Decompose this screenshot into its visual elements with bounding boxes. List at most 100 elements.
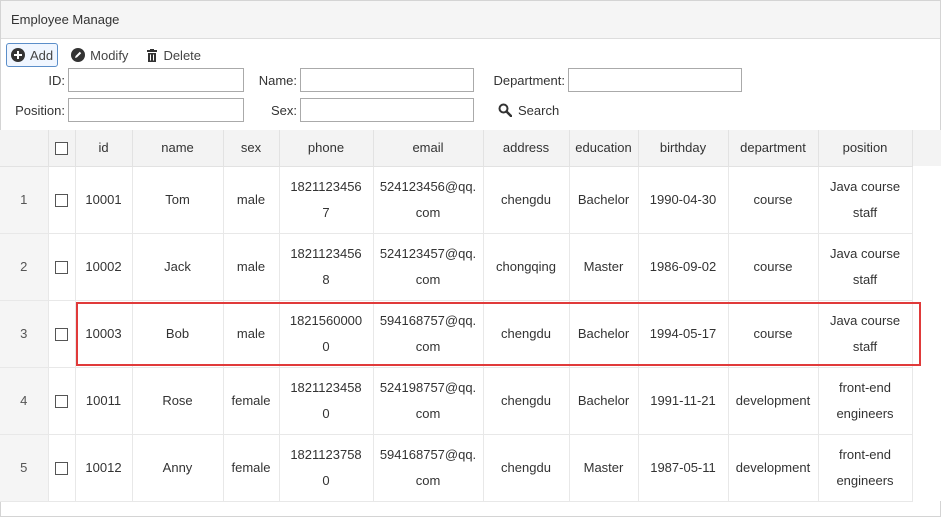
header-department[interactable]: department xyxy=(728,130,819,167)
cell-birthday: 1991-11-21 xyxy=(638,367,729,435)
cell-sex: male xyxy=(223,300,280,368)
cell-position-line2: staff xyxy=(852,271,878,287)
cell-position-line2: staff xyxy=(852,338,878,354)
magnifier-icon xyxy=(498,103,512,117)
toolbar: Add Modify Delete xyxy=(6,43,214,67)
cell-email-line1: 524123456@qq. xyxy=(379,178,477,194)
header-select-all[interactable] xyxy=(48,130,76,167)
header-email[interactable]: email xyxy=(373,130,484,167)
sex-input[interactable] xyxy=(300,98,474,122)
add-button-label: Add xyxy=(30,47,54,63)
sex-label: Sex: xyxy=(270,102,297,118)
cell-education: Master xyxy=(569,233,639,301)
table-row[interactable]: 1 10001 Tom male 1821123456 7 524123456@q… xyxy=(0,166,941,234)
row-select[interactable] xyxy=(48,434,76,502)
cell-phone-line2: 0 xyxy=(322,472,330,488)
cell-email: 524198757@qq. com xyxy=(373,367,484,435)
row-checkbox[interactable] xyxy=(55,327,68,341)
header-id[interactable]: id xyxy=(75,130,133,167)
department-label: Department: xyxy=(493,72,565,88)
row-number: 4 xyxy=(0,367,49,435)
cell-position-line1: front-end xyxy=(838,446,892,462)
row-number: 1 xyxy=(0,166,49,234)
cell-name: Jack xyxy=(132,233,224,301)
table-row[interactable]: 4 10011 Rose female 1821123458 0 52419875… xyxy=(0,367,941,435)
search-row-2: Position: Sex: Search xyxy=(0,98,559,122)
cell-email-line2: com xyxy=(415,338,441,354)
cell-email-line1: 524123457@qq. xyxy=(379,245,477,261)
cell-id: 10011 xyxy=(75,367,133,435)
cell-id: 10012 xyxy=(75,434,133,502)
header-position[interactable]: position xyxy=(818,130,913,167)
row-scroll-spacer xyxy=(912,434,941,501)
row-select[interactable] xyxy=(48,300,76,368)
modify-button-label: Modify xyxy=(90,47,129,63)
modify-button[interactable]: Modify xyxy=(66,43,133,67)
search-button[interactable]: Search xyxy=(498,103,559,118)
add-button[interactable]: Add xyxy=(6,43,59,67)
row-checkbox[interactable] xyxy=(55,394,68,408)
cell-education: Bachelor xyxy=(569,367,639,435)
id-input[interactable] xyxy=(68,68,244,92)
cell-position-line1: Java course xyxy=(829,178,901,194)
delete-button[interactable]: Delete xyxy=(141,43,206,67)
position-input[interactable] xyxy=(68,98,244,122)
header-scroll-spacer xyxy=(912,130,941,166)
table-row[interactable]: 2 10002 Jack male 1821123456 8 524123457@… xyxy=(0,233,941,301)
cell-phone-line1: 1821123758 xyxy=(290,446,362,462)
row-select[interactable] xyxy=(48,166,76,234)
name-input[interactable] xyxy=(300,68,474,92)
cell-address: chengdu xyxy=(483,367,570,435)
header-sex[interactable]: sex xyxy=(223,130,280,167)
header-phone[interactable]: phone xyxy=(279,130,374,167)
cell-phone-line2: 7 xyxy=(322,204,330,220)
cell-phone: 1821123456 7 xyxy=(279,166,374,234)
select-all-checkbox[interactable] xyxy=(55,142,68,156)
panel-title: Employee Manage xyxy=(11,12,120,27)
table-header-row: id name sex phone email address educatio… xyxy=(0,130,941,167)
cell-address: chengdu xyxy=(483,166,570,234)
row-checkbox[interactable] xyxy=(55,461,68,475)
table-row[interactable]: 5 10012 Anny female 1821123758 0 59416875… xyxy=(0,434,941,502)
cell-phone-line1: 1821560000 xyxy=(289,312,363,328)
department-input[interactable] xyxy=(568,68,742,92)
cell-phone-line2: 0 xyxy=(322,405,330,421)
header-address[interactable]: address xyxy=(483,130,570,167)
header-education[interactable]: education xyxy=(569,130,639,167)
row-select[interactable] xyxy=(48,367,76,435)
position-label: Position: xyxy=(15,102,65,118)
cell-address: chongqing xyxy=(483,233,570,301)
cell-birthday: 1986-09-02 xyxy=(638,233,729,301)
cell-position: front-end engineers xyxy=(818,434,913,502)
row-checkbox[interactable] xyxy=(55,260,68,274)
cell-phone: 1821123456 8 xyxy=(279,233,374,301)
cell-email-line1: 594168757@qq. xyxy=(379,312,477,328)
cell-position-line1: Java course xyxy=(829,312,901,328)
header-name[interactable]: name xyxy=(132,130,224,167)
delete-button-label: Delete xyxy=(163,47,202,63)
plus-circle-icon xyxy=(11,48,25,62)
row-select[interactable] xyxy=(48,233,76,301)
search-row-1: ID: Name: Department: xyxy=(0,68,742,92)
cell-email-line2: com xyxy=(415,271,441,287)
cell-email-line2: com xyxy=(415,472,441,488)
id-label: ID: xyxy=(48,72,65,88)
cell-id: 10001 xyxy=(75,166,133,234)
row-number: 3 xyxy=(0,300,49,368)
row-scroll-spacer xyxy=(912,233,941,300)
cell-phone-line1: 1821123456 xyxy=(290,178,362,194)
cell-sex: male xyxy=(223,166,280,234)
row-checkbox[interactable] xyxy=(55,193,68,207)
header-birthday[interactable]: birthday xyxy=(638,130,729,167)
name-label: Name: xyxy=(258,72,297,88)
cell-phone-line1: 1821123456 xyxy=(290,245,362,261)
cell-email-line2: com xyxy=(415,405,441,421)
table-row[interactable]: 3 10003 Bob male 1821560000 0 594168757@q… xyxy=(0,300,941,368)
cell-position: Java course staff xyxy=(818,166,913,234)
cell-sex: female xyxy=(223,434,280,502)
cell-phone: 1821123758 0 xyxy=(279,434,374,502)
cell-phone: 1821123458 0 xyxy=(279,367,374,435)
cell-phone-line2: 0 xyxy=(322,338,330,354)
cell-email-line1: 594168757@qq. xyxy=(379,446,477,462)
row-number: 5 xyxy=(0,434,49,502)
